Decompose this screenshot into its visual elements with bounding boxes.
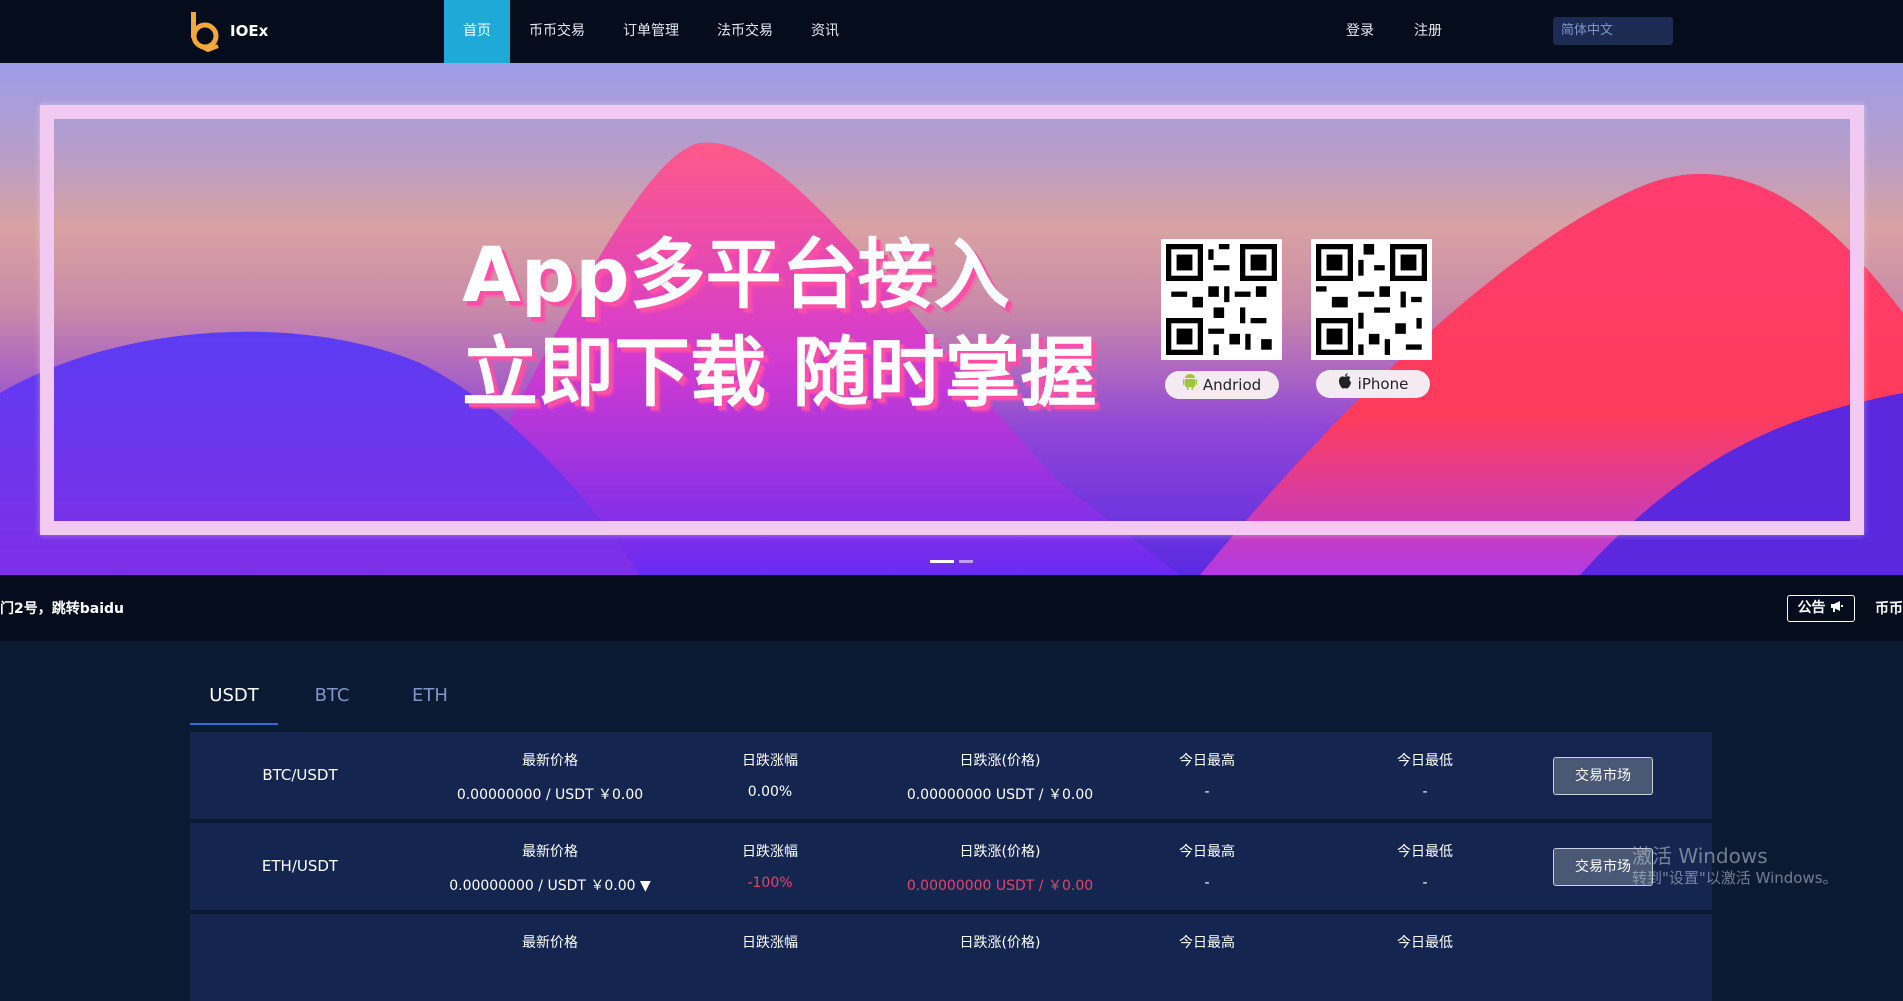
announcement-label: 公告 [1797,600,1826,616]
change-pct-value: 0.00% [747,784,793,800]
pair-name[interactable]: ETH/USDT [190,857,410,875]
change-pct-cell: 日跌涨幅 [670,914,870,1001]
high-cell: 今日最高 - [1107,732,1307,819]
high-value: - [1204,784,1210,800]
announcement-marquee-text[interactable]: 门2号，跳转baidu [0,598,124,618]
login-link[interactable]: 登录 [1346,0,1374,63]
iphone-label: iPhone [1357,375,1409,393]
windows-activation-title: 激活 Windows [1632,844,1768,868]
hero-banner[interactable]: App多平台接入 立即下载 随时掌握 Andriod iPhone [0,63,1903,575]
brand-name: IOEx [230,22,269,40]
high-header: 今日最高 [1179,753,1235,769]
low-value: - [1422,875,1428,891]
tab-usdt[interactable]: USDT [190,685,278,725]
market-section: USDT BTC ETH BTC/USDT 最新价格 0.00000000 / … [0,641,1903,1001]
android-label: Andriod [1202,376,1262,394]
low-value: - [1422,784,1428,800]
android-icon [1182,371,1197,399]
banner-line-1: App多平台接入 [462,230,1010,319]
low-cell: 今日最低 - [1325,823,1525,910]
brand-logo[interactable]: IOEx [188,10,269,53]
announcement-bar: 门2号，跳转baidu 公告 币币 [0,575,1903,641]
change-price-cell: 日跌涨(价格) [850,914,1150,1001]
android-download-button[interactable]: Andriod [1165,371,1279,399]
tab-eth[interactable]: ETH [386,685,474,725]
change-pct-cell: 日跌涨幅 -100% [670,823,870,910]
last-price-header: 最新价格 [522,935,578,951]
last-price-cell: 最新价格 0.00000000 / USDT ￥0.00 ▼ [400,823,700,910]
market-tabs: USDT BTC ETH [190,685,484,725]
change-price-value: 0.00000000 USDT / ￥0.00 [906,787,1094,803]
low-cell: 今日最低 [1325,914,1525,1001]
market-row: ETH/USDT 最新价格 0.00000000 / USDT ￥0.00 ▼ … [190,823,1712,910]
tab-btc[interactable]: BTC [288,685,376,725]
market-row: BTC/USDT 最新价格 0.00000000 / USDT ￥0.00 日跌… [190,732,1712,819]
carousel-dot-1[interactable] [930,560,954,563]
iphone-download-button[interactable]: iPhone [1316,370,1430,398]
nav-item-news[interactable]: 资讯 [792,0,858,63]
banner-headline: App多平台接入 立即下载 随时掌握 [462,226,1096,422]
carousel-dot-2[interactable] [959,560,973,563]
trade-market-button[interactable]: 交易市场 [1553,757,1653,795]
change-price-value: 0.00000000 USDT / ￥0.00 [906,878,1094,894]
apple-icon [1338,370,1352,398]
windows-activation-hint: 转到"设置"以激活 Windows。 [1632,869,1838,887]
market-row: 最新价格 日跌涨幅 日跌涨(价格) 今日最高 今日最低 [190,914,1712,1001]
high-header: 今日最高 [1179,935,1235,951]
high-cell: 今日最高 - [1107,823,1307,910]
announcement-trailing-text: 币币 [1875,601,1903,617]
nav-item-home[interactable]: 首页 [444,0,510,63]
carousel-indicators [930,560,973,563]
change-price-cell: 日跌涨(价格) 0.00000000 USDT / ￥0.00 [850,823,1150,910]
low-cell: 今日最低 - [1325,732,1525,819]
megaphone-icon [1830,600,1844,616]
change-pct-value: -100% [747,875,793,891]
last-price-cell: 最新价格 [400,914,700,1001]
last-price-header: 最新价格 [522,753,578,769]
brand-logo-icon [188,10,222,53]
change-pct-header: 日跌涨幅 [742,935,798,951]
last-price-value: 0.00000000 / USDT ￥0.00 ▼ [449,878,651,894]
high-cell: 今日最高 [1107,914,1307,1001]
change-price-header: 日跌涨(价格) [959,753,1041,769]
last-price-value: 0.00000000 / USDT ￥0.00 [456,787,644,803]
iphone-qr-code [1311,239,1432,360]
change-price-header: 日跌涨(价格) [959,935,1041,951]
nav-item-spot-trading[interactable]: 币币交易 [510,0,604,63]
main-nav: 首页 币币交易 订单管理 法币交易 资讯 [444,0,858,63]
change-pct-header: 日跌涨幅 [742,844,798,860]
nav-item-fiat-trading[interactable]: 法币交易 [698,0,792,63]
android-qr-code [1161,239,1282,360]
change-pct-cell: 日跌涨幅 0.00% [670,732,870,819]
top-navbar: IOEx 首页 币币交易 订单管理 法币交易 资讯 登录 注册 简体中文 [0,0,1903,63]
announcement-button[interactable]: 公告 [1787,595,1855,622]
change-price-cell: 日跌涨(价格) 0.00000000 USDT / ￥0.00 [850,732,1150,819]
banner-line-2: 立即下载 随时掌握 [462,328,1097,417]
high-value: - [1204,875,1210,891]
low-header: 今日最低 [1397,753,1453,769]
language-select[interactable]: 简体中文 [1553,17,1673,45]
last-price-header: 最新价格 [522,844,578,860]
register-link[interactable]: 注册 [1414,0,1442,63]
nav-item-orders[interactable]: 订单管理 [604,0,698,63]
low-header: 今日最低 [1397,935,1453,951]
change-pct-header: 日跌涨幅 [742,753,798,769]
low-header: 今日最低 [1397,844,1453,860]
change-price-header: 日跌涨(价格) [959,844,1041,860]
last-price-cell: 最新价格 0.00000000 / USDT ￥0.00 [400,732,700,819]
high-header: 今日最高 [1179,844,1235,860]
pair-name[interactable]: BTC/USDT [190,766,410,784]
